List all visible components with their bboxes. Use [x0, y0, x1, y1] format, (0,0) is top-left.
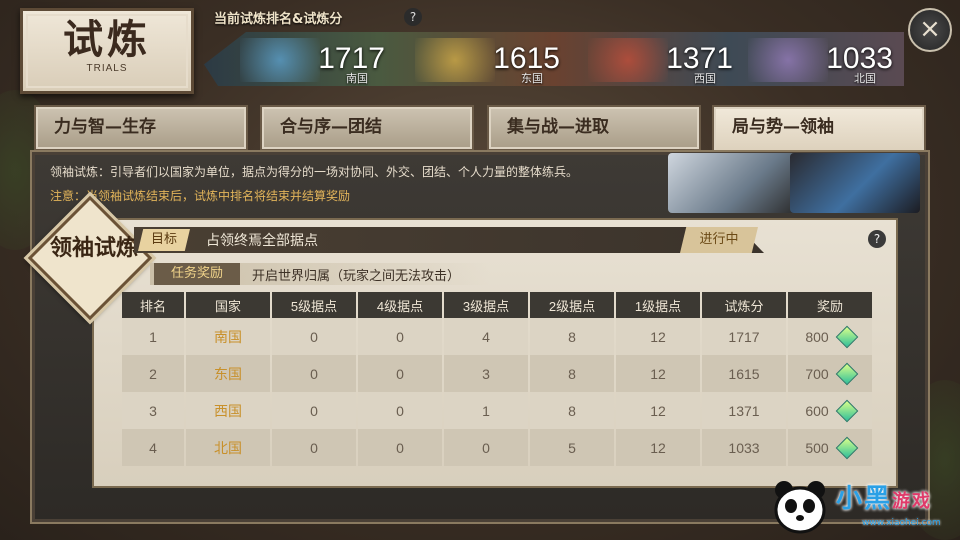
reward-amount: 800: [805, 328, 829, 345]
page-subtitle: TRIALS: [86, 63, 128, 74]
staff-emblem-icon: [748, 38, 828, 82]
level4-cell: 0: [358, 355, 442, 392]
level5-cell: 0: [272, 392, 356, 429]
level2-cell: 8: [530, 355, 614, 392]
gem-icon: [835, 399, 858, 422]
level2-cell: 8: [530, 392, 614, 429]
table-row: 3 西国 0 0 1 8 12 1371 600: [122, 392, 872, 429]
goal-text: 占领终焉全部据点: [206, 233, 318, 249]
reward-amount: 700: [805, 365, 829, 382]
reward-amount: 500: [805, 439, 829, 456]
column-header: 排名: [122, 292, 184, 318]
nation-name: 东国: [521, 72, 543, 85]
axe-emblem-icon: [588, 38, 668, 82]
column-header: 奖励: [788, 292, 872, 318]
nation-cell: 北国: [186, 429, 270, 466]
score-cell: 1717: [702, 318, 786, 355]
watermark-brand-main: 小黑: [836, 484, 893, 514]
watermark-brand-sub: 游戏: [892, 491, 933, 512]
nation-name: 南国: [346, 72, 368, 85]
goal-label: 目标: [138, 229, 190, 251]
ranking-nation-north: 1033 北国: [728, 32, 903, 86]
trial-description: 领袖试炼：引导者们以国家为单位，据点为得分的一场对协同、外交、团结、个人力量的整…: [50, 165, 579, 179]
nation-cell: 西国: [186, 392, 270, 429]
level3-cell: 0: [444, 429, 528, 466]
reward-cell: 700: [788, 355, 872, 392]
reward-cell: 800: [788, 318, 872, 355]
level5-cell: 0: [272, 355, 356, 392]
reward-cell: 600: [788, 392, 872, 429]
column-header: 5级据点: [272, 292, 356, 318]
gem-icon: [835, 325, 858, 348]
tab-unity[interactable]: 合与序—团结: [260, 105, 474, 151]
table-row: 2 东国 0 0 3 8 12 1615 700: [122, 355, 872, 392]
level3-cell: 4: [444, 318, 528, 355]
level2-cell: 8: [530, 318, 614, 355]
gem-icon: [835, 362, 858, 385]
column-header: 4级据点: [358, 292, 442, 318]
level1-cell: 12: [616, 355, 700, 392]
rank-cell: 3: [122, 392, 184, 429]
gem-icon: [835, 436, 858, 459]
level5-cell: 0: [272, 429, 356, 466]
reward-label: 任务奖励: [154, 263, 240, 285]
panda-logo-icon: [774, 481, 826, 534]
rank-cell: 1: [122, 318, 184, 355]
dragon-emblem-icon: [415, 38, 495, 82]
level3-cell: 1: [444, 392, 528, 429]
trident-emblem-icon: [240, 38, 320, 82]
nation-name: 西国: [694, 72, 716, 85]
tab-survival[interactable]: 力与智—生存: [34, 105, 248, 151]
column-header: 国家: [186, 292, 270, 318]
page-title: 试炼: [63, 16, 151, 63]
watermark-brand: 小黑游戏: [836, 478, 932, 515]
column-header: 1级据点: [616, 292, 700, 318]
ranking-table: 排名 国家 5级据点 4级据点 3级据点 2级据点 1级据点 试炼分 奖励 1 …: [120, 292, 874, 466]
ranking-nation-west: 1371 西国: [568, 32, 743, 86]
score-cell: 1371: [702, 392, 786, 429]
level4-cell: 0: [358, 392, 442, 429]
reward-text: 开启世界归属（玩家之间无法攻击）: [252, 269, 461, 284]
ranking-nation-east: 1615 东国: [395, 32, 570, 86]
ranking-help-icon[interactable]: ?: [404, 8, 422, 26]
column-header: 试炼分: [702, 292, 786, 318]
level1-cell: 12: [616, 392, 700, 429]
tab-progress[interactable]: 集与战—进取: [487, 105, 701, 151]
table-row: 4 北国 0 0 0 5 12 1033 500: [122, 429, 872, 466]
level3-cell: 3: [444, 355, 528, 392]
ranking-caption: 当前试炼排名&试炼分: [214, 12, 343, 27]
character-portrait: [668, 153, 798, 213]
reward-cell: 500: [788, 429, 872, 466]
objective-help-icon[interactable]: ?: [868, 230, 886, 248]
reward-amount: 600: [805, 402, 829, 419]
rank-cell: 4: [122, 429, 184, 466]
watermark-url: www.xiaohei.com: [862, 518, 941, 528]
column-header: 3级据点: [444, 292, 528, 318]
nation-cell: 东国: [186, 355, 270, 392]
trial-badge-label: 领袖试炼: [49, 235, 138, 261]
column-header: 2级据点: [530, 292, 614, 318]
score-cell: 1033: [702, 429, 786, 466]
level1-cell: 12: [616, 429, 700, 466]
character-portrait: [790, 153, 920, 213]
score-cell: 1615: [702, 355, 786, 392]
level4-cell: 0: [358, 429, 442, 466]
ranking-nation-south: 1717 南国: [220, 32, 395, 86]
level1-cell: 12: [616, 318, 700, 355]
nation-name: 北国: [854, 72, 876, 85]
rank-cell: 2: [122, 355, 184, 392]
status-badge: 进行中: [680, 227, 758, 253]
level5-cell: 0: [272, 318, 356, 355]
nation-cell: 南国: [186, 318, 270, 355]
table-header-row: 排名 国家 5级据点 4级据点 3级据点 2级据点 1级据点 试炼分 奖励: [122, 292, 872, 318]
level2-cell: 5: [530, 429, 614, 466]
tab-leadership[interactable]: 局与势—领袖: [712, 105, 926, 155]
table-row: 1 南国 0 0 4 8 12 1717 800: [122, 318, 872, 355]
page-title-plaque: 试炼 TRIALS: [20, 8, 194, 94]
close-icon[interactable]: ×: [908, 8, 952, 52]
level4-cell: 0: [358, 318, 442, 355]
